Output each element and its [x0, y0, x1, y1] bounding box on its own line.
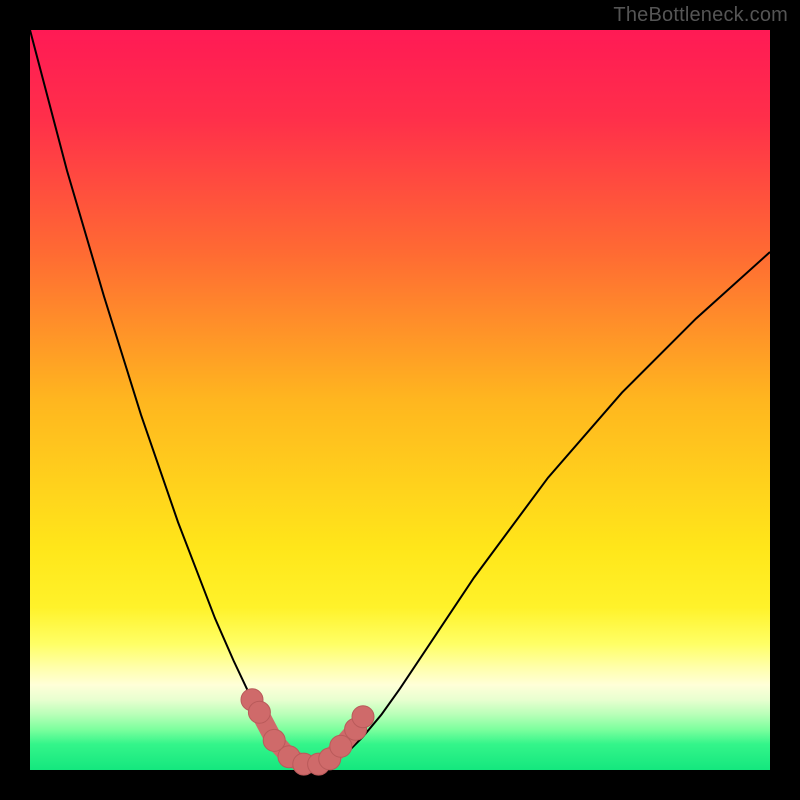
marker-dot — [330, 735, 352, 757]
watermark-text: TheBottleneck.com — [613, 4, 788, 27]
marker-dot — [248, 701, 270, 723]
bottleneck-chart — [0, 0, 800, 800]
marker-dot — [352, 706, 374, 728]
plot-area — [30, 30, 770, 770]
